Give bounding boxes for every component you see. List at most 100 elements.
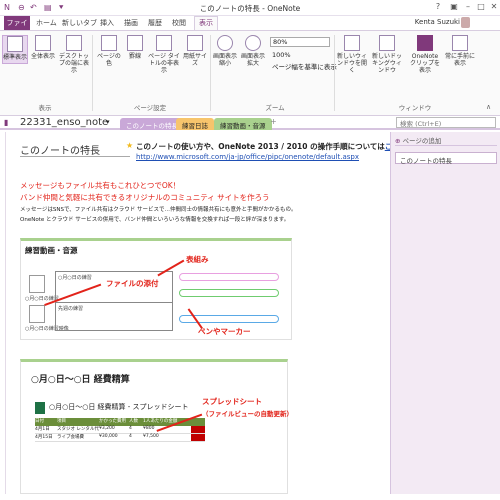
page-title[interactable]: このノートの特長 (20, 142, 100, 157)
figure-2-title: ○月○日～○日 経費精算 (31, 375, 130, 385)
ribbon-display-icon[interactable]: ▣ (448, 2, 460, 11)
add-section-icon[interactable]: + (270, 117, 277, 126)
tab-section-practice-log[interactable]: 練習日誌 (176, 118, 214, 130)
attached-video-icon (29, 305, 45, 323)
collapse-ribbon-icon[interactable]: ∧ (486, 103, 491, 111)
header-item: 項目 (57, 419, 66, 424)
close-icon[interactable]: ✕ (488, 2, 500, 11)
maximize-icon[interactable]: □ (475, 2, 487, 11)
onenote-clip-icon (417, 35, 433, 51)
notebook-name[interactable]: 22331_enso_note (20, 117, 108, 128)
help-button[interactable]: ? (432, 2, 444, 11)
note-spreadsheet-autoupdate: （ファイルビューの自動更新） (202, 410, 293, 418)
group-label-zoom: ズーム (265, 104, 285, 112)
avatar[interactable] (461, 17, 470, 28)
cell-flag (191, 426, 205, 433)
pen-annotation-2 (179, 289, 279, 297)
group-label-window: ウィンドウ (398, 104, 432, 112)
minimize-icon[interactable]: – (462, 2, 474, 11)
normal-view-icon (7, 36, 23, 52)
rule-lines-label: 罫線 (128, 53, 141, 60)
zoom-out-label: 画面表示縮小 (212, 53, 237, 67)
ribbon: 標準表示 全体表示 デスクトップの端に表示 表示 ページの色 罫線 ページ タイ… (0, 30, 500, 116)
ribbon-tab-row: ファイル ホーム 新しいタブ 挿入 描画 履歴 校閲 表示 Kenta Suzu… (0, 16, 500, 37)
send-to-onenote-button[interactable]: OneNote クリップを表示 (408, 35, 442, 74)
excel-icon (35, 402, 45, 414)
normal-view-button[interactable]: 標準表示 (2, 35, 28, 64)
body-text-2: OneNote とクラウド サービスの併用で、バンド仲間といろいろな情報を交換す… (20, 217, 290, 223)
table-row: 4月1日 スタジオ レンタル代 ¥3,200 4 ¥800 (35, 426, 205, 434)
paper-size-button[interactable]: 用紙サイズ (182, 35, 208, 67)
cell-item: スタジオ レンタル代 (57, 427, 99, 432)
table-cell-2: 先週の練習 (58, 306, 84, 312)
rule-lines-button[interactable]: 罫線 (122, 35, 148, 60)
headline-1: メッセージもファイル共有もこれひとつでOK！ (20, 181, 181, 190)
new-docked-window-button[interactable]: 新しいドッキングウィンドウ (370, 35, 404, 74)
onenote-help-url[interactable]: http://www.microsoft.com/ja-jp/office/pi… (136, 153, 359, 161)
new-window-button[interactable]: 新しいウィンドウを開く (336, 35, 368, 74)
new-docked-window-icon (379, 35, 395, 51)
tab-insert[interactable]: 挿入 (100, 18, 114, 28)
notebook-dropdown-icon[interactable]: ▾ (106, 118, 110, 126)
note-spreadsheet: スプレッドシート (202, 397, 262, 406)
dock-to-desktop-button[interactable]: デスクトップの端に表示 (58, 35, 90, 74)
normal-view-label: 標準表示 (3, 54, 28, 61)
note-pen-marker: ペンやマーカー (198, 327, 251, 336)
pin-icon (452, 35, 468, 51)
notebook-icon[interactable]: ▮ (4, 118, 8, 127)
new-window-icon (344, 35, 360, 51)
add-page-label: ページの追加 (402, 137, 442, 145)
figure-expense: ○月○日～○日 経費精算 ○月○日～○日 経費精算 - スプレッドシート 日付 … (20, 359, 288, 494)
page-color-button[interactable]: ページの色 (96, 35, 122, 67)
tab-home[interactable]: ホーム (36, 18, 57, 28)
header-date: 日付 (35, 419, 44, 424)
search-input[interactable]: 検索 (Ctrl+E) (396, 117, 496, 128)
page-list-item[interactable]: このノートの特長 (395, 152, 497, 165)
zoom-100-button[interactable]: 100% (272, 51, 291, 59)
send-to-onenote-label: OneNote クリップを表示 (409, 53, 440, 74)
cell-cost: ¥30,000 (99, 434, 118, 439)
cell-item: ライブ会場費 (57, 435, 84, 440)
new-window-label: 新しいウィンドウを開く (336, 53, 367, 74)
tab-view[interactable]: 表示 (194, 16, 218, 30)
title-bar: N ⊖ ↶ ▤ ⯆ このノートの特長 - OneNote ? ▣ – □ ✕ (0, 0, 500, 16)
full-page-view-button[interactable]: 全体表示 (30, 35, 56, 60)
zoom-input[interactable]: 80% (270, 37, 330, 47)
note-file-attachment: ファイルの添付 (106, 279, 159, 288)
window-title: このノートの特長 - OneNote (199, 4, 301, 13)
zoom-page-width-button[interactable]: ページ幅を基準に表示 (272, 61, 337, 71)
notebook-bar: ▮ 22331_enso_note ▾ このノートの特長 練習日誌 練習動画・音… (0, 116, 500, 130)
tab-review[interactable]: 校閲 (172, 18, 186, 28)
header-cost: かかった費用 (99, 419, 126, 424)
add-page-button[interactable]: ⊕ ページの追加 (395, 135, 497, 146)
tab-section-practice-media[interactable]: 練習動画・音源 (214, 118, 272, 130)
always-on-top-button[interactable]: 常に手前に表示 (444, 35, 476, 67)
headline-2: バンド仲間と気軽に共有できるオリジナルのコミュニティ サイトを作ろう (20, 193, 270, 202)
tab-section-features[interactable]: このノートの特長 (120, 118, 184, 130)
new-docked-window-label: 新しいドッキングウィンドウ (371, 53, 402, 74)
spreadsheet-title: ○月○日～○日 経費精算 - スプレッドシート (49, 403, 189, 411)
group-label-view: 表示 (38, 104, 52, 112)
dock-to-desktop-icon (66, 35, 82, 51)
cell-flag (191, 434, 205, 441)
full-page-view-label: 全体表示 (30, 53, 55, 60)
title-underline (20, 156, 130, 157)
tab-history[interactable]: 履歴 (148, 18, 162, 28)
cell-date: 4月15日 (35, 435, 53, 440)
zoom-out-button[interactable]: 画面表示縮小 (212, 35, 238, 67)
zoom-in-button[interactable]: 画面表示拡大 (240, 35, 266, 67)
hide-page-title-icon (156, 35, 172, 51)
star-icon: ★ (126, 141, 134, 150)
user-name[interactable]: Kenta Suzuki (415, 18, 460, 26)
tab-draw[interactable]: 描画 (124, 18, 138, 28)
cell-people: 4 (129, 426, 132, 431)
header-people: 人数 (129, 419, 138, 424)
table-row: 4月15日 ライブ会場費 ¥30,000 4 ¥7,500 (35, 434, 205, 442)
page-canvas[interactable]: このノートの特長 ★ このノートの使い方や、OneNote 2013 / 201… (5, 132, 407, 494)
tab-file[interactable]: ファイル (4, 16, 30, 37)
tab-new[interactable]: 新しいタブ (62, 18, 97, 28)
pages-pane: ⊕ ページの追加 このノートの特長 (390, 132, 500, 494)
hide-page-title-button[interactable]: ページ タイトルの非表示 (148, 35, 180, 74)
full-page-view-icon (35, 35, 51, 51)
table-cell-1: ○月○日の練習 (58, 275, 92, 281)
